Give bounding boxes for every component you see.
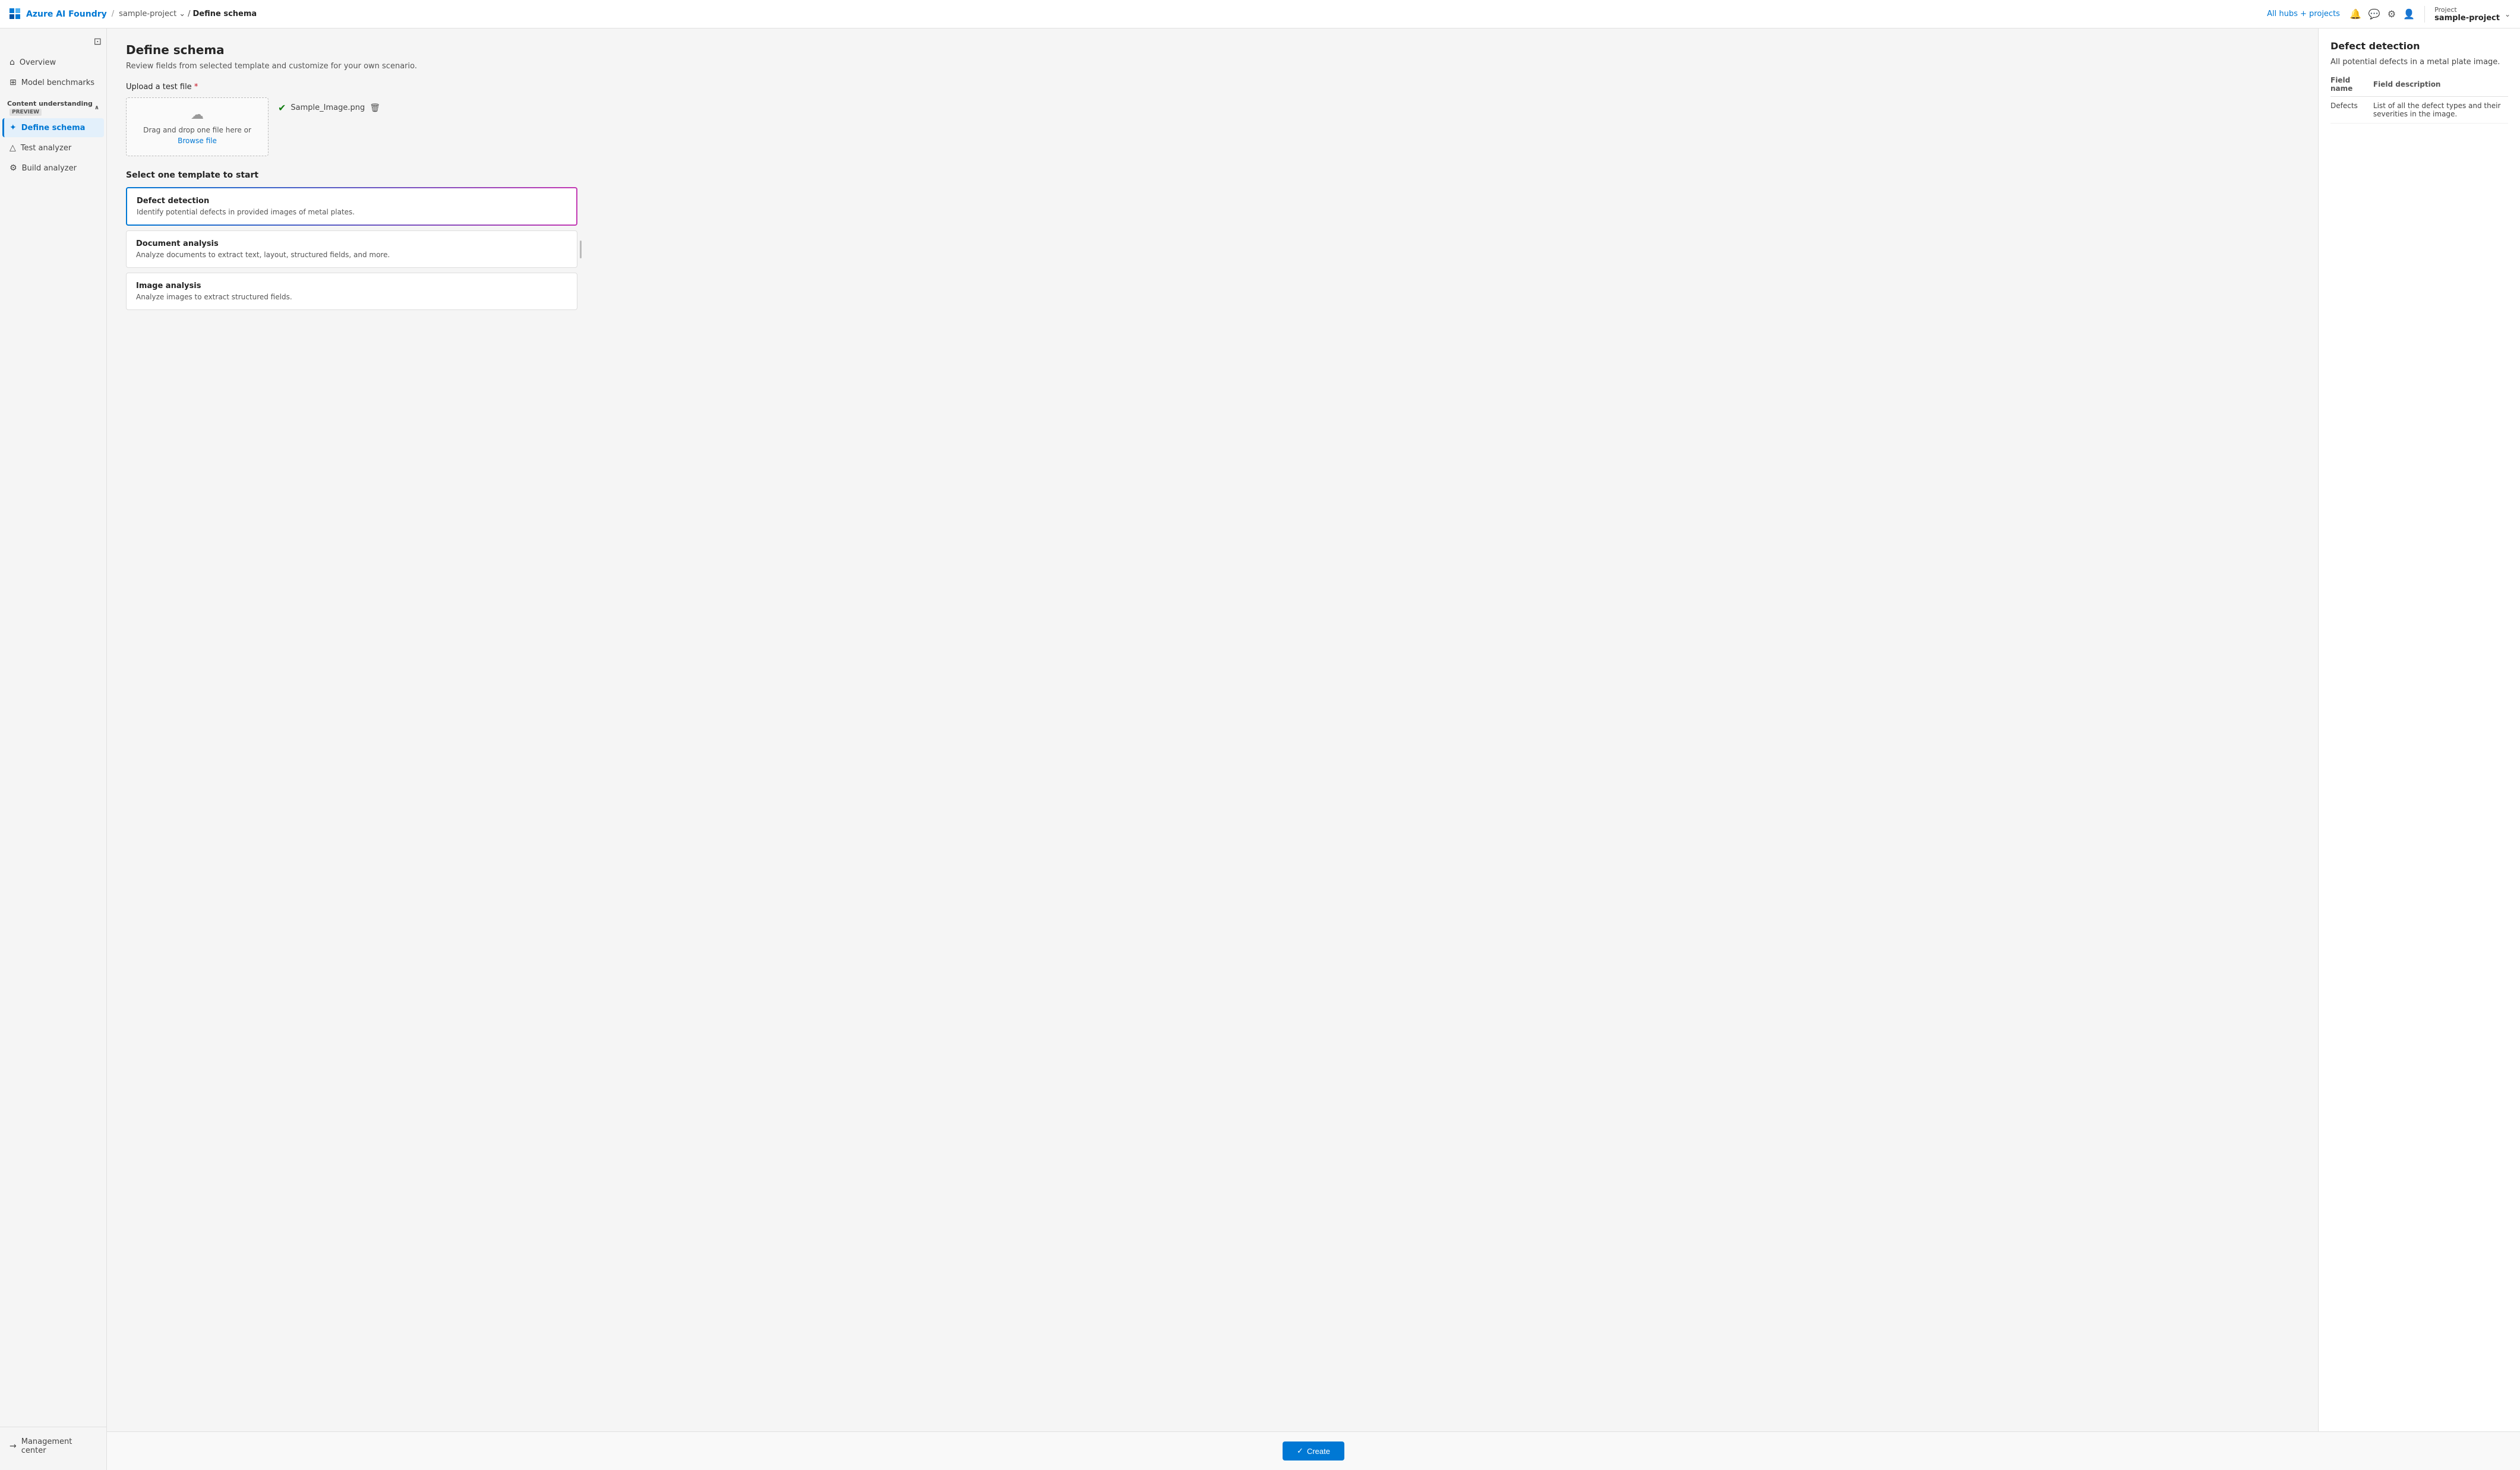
brand-logo[interactable]: Azure AI Foundry bbox=[10, 8, 107, 20]
browse-file-link[interactable]: Browse file bbox=[178, 137, 217, 145]
delete-file-icon[interactable]: 🗑 bbox=[370, 103, 380, 113]
sidebar-bottom: → Management center bbox=[0, 1427, 106, 1465]
sidebar-item-label: Model benchmarks bbox=[21, 78, 94, 87]
template-title: Document analysis bbox=[136, 239, 567, 248]
panel-title: Defect detection bbox=[2330, 40, 2508, 52]
main-body: Define schema Review fields from selecte… bbox=[107, 29, 2318, 1431]
sidebar-item-label: Define schema bbox=[21, 124, 86, 132]
sidebar-item-label: Build analyzer bbox=[22, 164, 77, 173]
build-analyzer-icon: ⚙ bbox=[10, 163, 17, 173]
management-center-icon: → bbox=[10, 1441, 17, 1451]
sidebar-item-build-analyzer[interactable]: ⚙ Build analyzer bbox=[2, 159, 104, 178]
upload-text: Drag and drop one file here or Browse fi… bbox=[143, 125, 251, 146]
test-analyzer-icon: △ bbox=[10, 143, 16, 153]
upload-label: Upload a test file * bbox=[126, 83, 2299, 91]
sidebar-toggle[interactable]: ⊡ bbox=[0, 33, 106, 52]
breadcrumb: sample-project ⌄ / Define schema bbox=[119, 10, 257, 18]
uploaded-file: ✔ Sample_Image.png 🗑 bbox=[278, 97, 380, 113]
preview-badge: PREVIEW bbox=[10, 109, 42, 116]
sidebar: ⊡ ⌂ Overview ⊞ Model benchmarks Content … bbox=[0, 29, 107, 1470]
sidebar-item-overview[interactable]: ⌂ Overview bbox=[2, 53, 104, 72]
sidebar-item-management-center[interactable]: → Management center bbox=[2, 1433, 104, 1460]
overview-icon: ⌂ bbox=[10, 58, 15, 67]
table-row: Defects List of all the defect types and… bbox=[2330, 97, 2508, 124]
main-area: Define schema Review fields from selecte… bbox=[107, 29, 2520, 1470]
col-field-desc: Field description bbox=[2373, 76, 2508, 97]
sidebar-item-test-analyzer[interactable]: △ Test analyzer bbox=[2, 138, 104, 157]
sidebar-item-model-benchmarks[interactable]: ⊞ Model benchmarks bbox=[2, 73, 104, 92]
template-desc: Analyze documents to extract text, layou… bbox=[136, 251, 567, 259]
project-name: sample-project bbox=[2434, 14, 2500, 23]
breadcrumb-current: Define schema bbox=[193, 10, 257, 18]
panel-table: Field name Field description Defects Lis… bbox=[2330, 76, 2508, 124]
project-label: Project bbox=[2434, 6, 2500, 14]
breadcrumb-project[interactable]: sample-project ⌄ bbox=[119, 10, 185, 18]
template-card-defect-detection[interactable]: Defect detection Identify potential defe… bbox=[126, 187, 577, 226]
panel-desc: All potential defects in a metal plate i… bbox=[2330, 58, 2508, 67]
topnav: Azure AI Foundry / sample-project ⌄ / De… bbox=[0, 0, 2520, 29]
template-card-document-analysis[interactable]: Document analysis Analyze documents to e… bbox=[126, 230, 577, 268]
topnav-icons: 🔔 💬 ⚙ 👤 bbox=[2350, 8, 2415, 20]
check-icon: ✓ bbox=[1297, 1446, 1303, 1456]
required-marker: * bbox=[194, 83, 198, 91]
sidebar-section-content-understanding: Content understanding PREVIEW ∧ bbox=[0, 95, 106, 118]
page-subtitle: Review fields from selected template and… bbox=[126, 62, 2299, 71]
section-chevron-icon[interactable]: ∧ bbox=[94, 105, 99, 111]
field-desc-cell: List of all the defect types and their s… bbox=[2373, 97, 2508, 124]
field-name-cell: Defects bbox=[2330, 97, 2373, 124]
section-label: Content understanding bbox=[7, 100, 93, 108]
settings-icon[interactable]: ⚙ bbox=[2388, 8, 2396, 20]
upload-dropzone[interactable]: ☁ Drag and drop one file here or Browse … bbox=[126, 97, 269, 156]
upload-area-row: ☁ Drag and drop one file here or Browse … bbox=[126, 97, 2299, 156]
topnav-right: All hubs + projects 🔔 💬 ⚙ 👤 Project samp… bbox=[2267, 6, 2510, 23]
page-title: Define schema bbox=[126, 43, 2299, 57]
template-select-label: Select one template to start bbox=[126, 170, 2299, 180]
layout: ⊡ ⌂ Overview ⊞ Model benchmarks Content … bbox=[0, 29, 2520, 1470]
main-footer: ✓ Create bbox=[107, 1431, 2520, 1470]
template-card-image-analysis[interactable]: Image analysis Analyze images to extract… bbox=[126, 273, 577, 310]
sidebar-item-label: Overview bbox=[20, 58, 56, 67]
create-button[interactable]: ✓ Create bbox=[1283, 1441, 1344, 1460]
uploaded-filename: Sample_Image.png bbox=[290, 103, 365, 112]
account-icon[interactable]: 👤 bbox=[2403, 8, 2415, 20]
template-desc: Analyze images to extract structured fie… bbox=[136, 293, 567, 301]
template-list: Defect detection Identify potential defe… bbox=[126, 187, 577, 310]
col-field-name: Field name bbox=[2330, 76, 2373, 97]
sidebar-item-label: Test analyzer bbox=[21, 144, 71, 153]
upload-cloud-icon: ☁ bbox=[191, 108, 204, 122]
template-desc: Identify potential defects in provided i… bbox=[137, 208, 567, 216]
chat-icon[interactable]: 💬 bbox=[2369, 8, 2380, 20]
main-content: Define schema Review fields from selecte… bbox=[107, 29, 2520, 1431]
brand-name: Azure AI Foundry bbox=[26, 10, 107, 19]
project-selector[interactable]: Project sample-project ⌄ bbox=[2424, 6, 2510, 23]
right-panel: Defect detection All potential defects i… bbox=[2318, 29, 2520, 1431]
template-title: Image analysis bbox=[136, 282, 567, 290]
model-benchmarks-icon: ⊞ bbox=[10, 78, 17, 87]
all-hubs-link[interactable]: All hubs + projects bbox=[2267, 10, 2340, 18]
template-title: Defect detection bbox=[137, 197, 567, 206]
chevron-down-icon: ⌄ bbox=[2505, 10, 2510, 18]
define-schema-icon: ✦ bbox=[10, 123, 17, 132]
check-circle-icon: ✔ bbox=[278, 102, 286, 113]
toggle-sidebar-button[interactable]: ⊡ bbox=[94, 36, 102, 48]
sidebar-item-label: Management center bbox=[21, 1437, 97, 1455]
sidebar-item-define-schema[interactable]: ✦ Define schema bbox=[2, 118, 104, 137]
notification-icon[interactable]: 🔔 bbox=[2350, 8, 2361, 20]
